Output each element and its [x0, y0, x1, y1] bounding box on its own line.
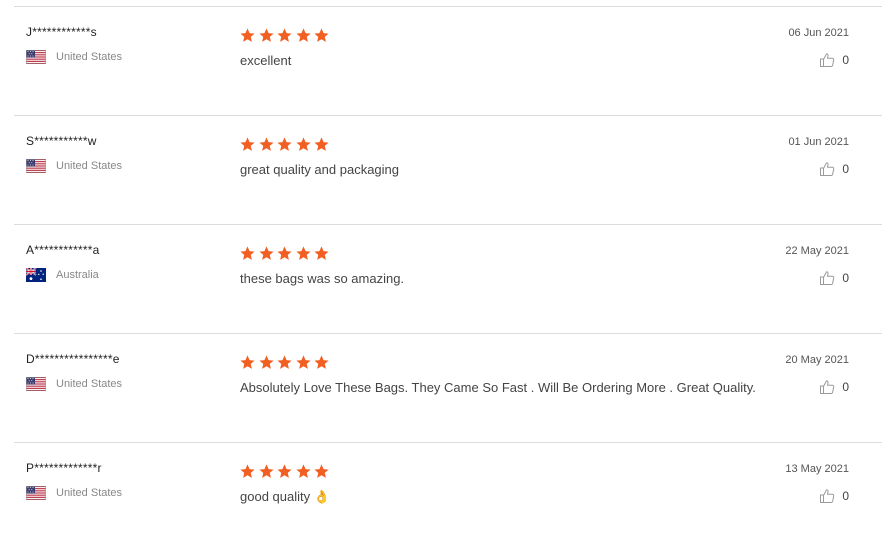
star-rating — [239, 463, 332, 480]
review-date: 22 May 2021 — [785, 245, 849, 257]
review-date: 01 Jun 2021 — [788, 136, 849, 148]
star-icon — [314, 137, 329, 151]
reviewer-country: United States — [26, 376, 122, 391]
review-date: 20 May 2021 — [785, 354, 849, 366]
star-icon — [258, 137, 274, 151]
helpful-count: 0 — [842, 489, 849, 503]
review-text: good quality 👌 — [240, 489, 330, 504]
review-list: J************s United States excellent 0… — [0, 0, 890, 546]
helpful-count: 0 — [842, 53, 849, 67]
star-icon — [314, 464, 329, 478]
star-icon — [277, 28, 292, 42]
country-name: Australia — [56, 268, 99, 281]
reviewer-country: Australia — [26, 267, 99, 282]
star-icon — [240, 137, 255, 151]
helpful-count: 0 — [842, 162, 849, 176]
star-icon — [277, 464, 292, 478]
reviewer-name: D****************e — [26, 352, 120, 366]
star-icon — [240, 28, 255, 42]
helpful-vote: 0 — [819, 488, 849, 504]
thumbs-up-icon[interactable] — [819, 161, 835, 177]
star-icon — [277, 355, 292, 369]
helpful-vote: 0 — [819, 379, 849, 395]
thumbs-up-icon[interactable] — [819, 270, 835, 286]
helpful-vote: 0 — [819, 161, 849, 177]
star-icon — [277, 137, 292, 151]
reviewer-name: S***********w — [26, 134, 97, 148]
thumbs-up-icon[interactable] — [819, 379, 835, 395]
review-item: S***********w United States great qualit… — [14, 115, 882, 224]
country-name: United States — [56, 159, 123, 172]
helpful-vote: 0 — [819, 52, 849, 68]
star-rating — [239, 354, 332, 371]
thumbs-up-icon[interactable] — [819, 52, 835, 68]
star-icon — [258, 464, 274, 478]
review-item: D****************e United States Absolut… — [14, 333, 882, 442]
star-rating — [239, 136, 332, 153]
review-text: great quality and packaging — [240, 162, 400, 177]
star-icon — [295, 464, 311, 478]
reviewer-country: United States — [26, 49, 122, 64]
star-icon — [240, 246, 255, 260]
star-icon — [295, 137, 311, 151]
star-icon — [314, 28, 329, 42]
review-item: A************a Australia these bags was … — [14, 224, 882, 333]
star-icon — [295, 28, 311, 42]
reviewer-name: A************a — [26, 243, 100, 257]
au-flag-icon — [26, 267, 46, 282]
reviewer-country: United States — [26, 485, 122, 500]
review-date: 06 Jun 2021 — [788, 27, 849, 39]
us-flag-icon — [26, 376, 46, 391]
reviewer-name: J************s — [26, 25, 97, 39]
star-icon — [240, 355, 255, 369]
review-date: 13 May 2021 — [785, 463, 849, 475]
star-icon — [295, 355, 311, 369]
star-icon — [314, 246, 329, 260]
star-icon — [258, 28, 274, 42]
star-icon — [240, 464, 255, 478]
helpful-count: 0 — [842, 380, 849, 394]
us-flag-icon — [26, 485, 46, 500]
review-item: J************s United States excellent 0… — [14, 6, 882, 115]
reviewer-country: United States — [26, 158, 122, 173]
country-name: United States — [56, 377, 123, 390]
country-name: United States — [56, 50, 123, 63]
star-icon — [258, 246, 274, 260]
us-flag-icon — [26, 158, 46, 173]
review-item: P*************r United States good quali… — [14, 442, 882, 546]
country-name: United States — [56, 486, 123, 499]
review-text: Absolutely Love These Bags. They Came So… — [240, 380, 756, 395]
us-flag-icon — [26, 49, 46, 64]
thumbs-up-icon[interactable] — [819, 488, 835, 504]
star-icon — [258, 355, 274, 369]
star-rating — [239, 245, 332, 262]
star-rating — [239, 27, 332, 44]
helpful-count: 0 — [842, 271, 849, 285]
star-icon — [295, 246, 311, 260]
review-text: excellent — [240, 53, 292, 68]
helpful-vote: 0 — [819, 270, 849, 286]
reviewer-name: P*************r — [26, 461, 102, 475]
review-text: these bags was so amazing. — [240, 271, 405, 286]
star-icon — [277, 246, 292, 260]
star-icon — [314, 355, 329, 369]
